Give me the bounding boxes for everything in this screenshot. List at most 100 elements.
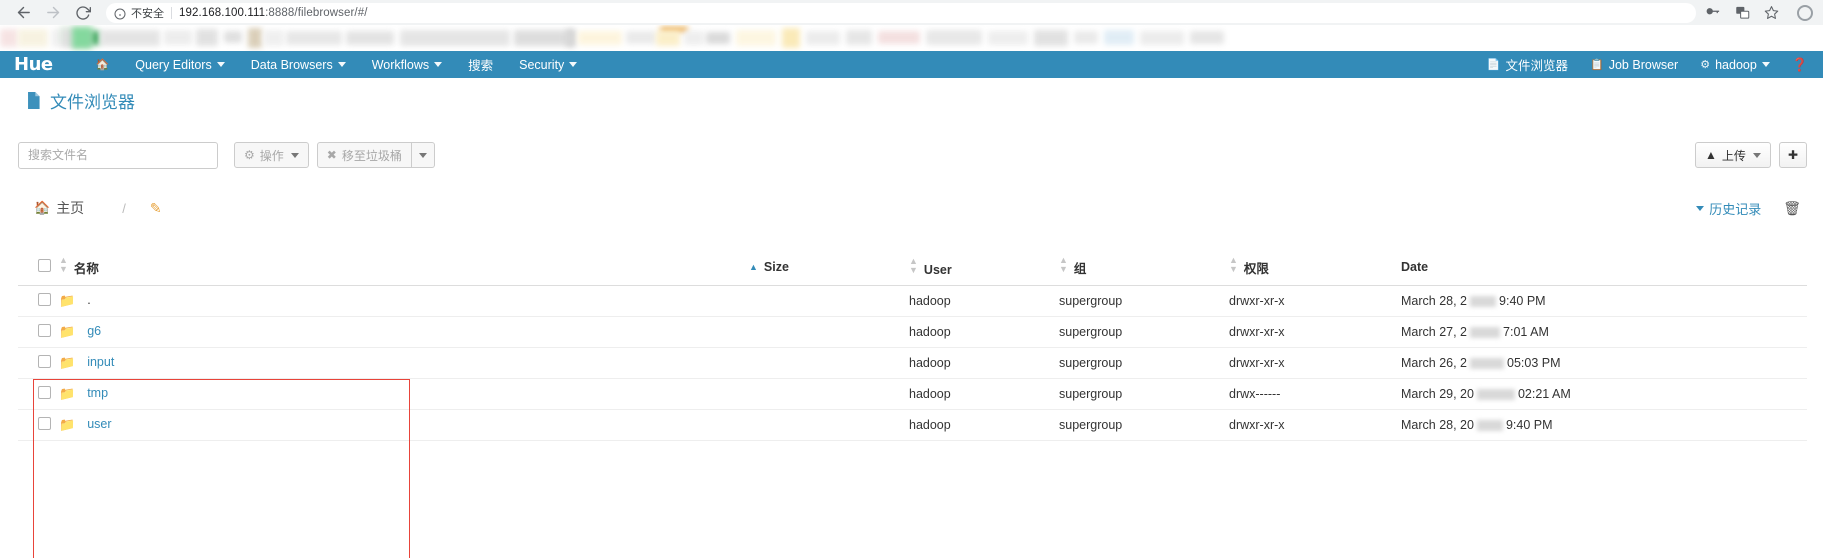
row-checkbox[interactable]: [38, 386, 51, 399]
row-name-cell[interactable]: 📁 user: [55, 409, 745, 441]
table-row[interactable]: 📁 tmp hadoop supergroup drwx------ March 29, …: [18, 378, 1807, 410]
hue-logo[interactable]: Hue: [14, 54, 53, 75]
row-checkbox[interactable]: [38, 417, 51, 430]
row-name-cell[interactable]: 📁 g6: [55, 316, 745, 348]
trash-dropdown-button[interactable]: [411, 142, 435, 168]
search-input[interactable]: [18, 141, 218, 169]
nav-job-browser-label: Job Browser: [1608, 57, 1679, 72]
bookmark-item[interactable]: [736, 30, 776, 46]
breadcrumb-home[interactable]: 🏠 主页: [34, 198, 84, 218]
row-select-cell[interactable]: [18, 285, 55, 317]
select-all-header[interactable]: [18, 250, 55, 286]
row-checkbox[interactable]: [38, 293, 51, 306]
bookmark-item[interactable]: [0, 29, 18, 47]
column-header-permissions[interactable]: ▲ ▼ 权限: [1225, 250, 1397, 286]
column-header-name[interactable]: ▲ ▼ 名称: [55, 250, 745, 286]
row-name-label[interactable]: tmp: [87, 386, 108, 400]
row-name-label[interactable]: g6: [87, 324, 101, 338]
bookmark-item[interactable]: [566, 29, 576, 47]
nav-help[interactable]: ❓: [1781, 51, 1819, 78]
bookmark-item[interactable]: [92, 31, 100, 45]
address-bar[interactable]: 不安全 192.168.100.111:8888/filebrowser/#/: [106, 2, 1696, 23]
bookmark-item[interactable]: [578, 31, 622, 45]
row-name-label[interactable]: user: [87, 417, 111, 431]
row-name-cell[interactable]: 📁 input: [55, 347, 745, 379]
bookmark-item[interactable]: [656, 31, 680, 46]
column-header-user[interactable]: ▲ ▼ User: [905, 250, 1055, 286]
profile-icon[interactable]: [1797, 4, 1813, 21]
row-select-cell[interactable]: [18, 316, 55, 348]
row-date-cell: March 28, 20 9:40 PM: [1397, 409, 1807, 441]
nav-workflows[interactable]: Workflows: [359, 51, 455, 78]
column-header-group[interactable]: ▲ ▼ 组: [1055, 250, 1225, 286]
bookmark-item[interactable]: [1190, 31, 1224, 44]
nav-query-editors[interactable]: Query Editors: [122, 51, 237, 78]
bookmark-item[interactable]: [264, 30, 284, 46]
bookmark-item[interactable]: [196, 29, 218, 46]
nav-home[interactable]: 🏠: [83, 51, 123, 78]
nav-search[interactable]: 搜索: [455, 51, 506, 78]
bookmark-item[interactable]: [846, 30, 872, 45]
bookmark-item[interactable]: [100, 30, 160, 46]
row-checkbox[interactable]: [38, 355, 51, 368]
trash-icon[interactable]: 🗑: [1783, 200, 1801, 217]
nav-job-browser[interactable]: 📋 Job Browser: [1579, 51, 1689, 78]
site-info-icon[interactable]: [114, 7, 126, 19]
nav-file-browser[interactable]: 📄 文件浏览器: [1476, 51, 1579, 78]
chevron-down-icon: [1696, 205, 1705, 211]
row-name-cell[interactable]: 📁.: [55, 285, 745, 317]
new-item-button[interactable]: ✚: [1778, 142, 1807, 168]
row-name-label[interactable]: .: [87, 293, 90, 307]
history-button[interactable]: 历史记录: [1696, 199, 1761, 218]
forward-icon[interactable]: [40, 2, 66, 24]
bookmark-item[interactable]: [514, 30, 574, 46]
actions-button[interactable]: ⚙ 操作: [234, 142, 309, 168]
bookmark-item[interactable]: [346, 31, 394, 45]
table-row[interactable]: 📁 input hadoop supergroup drwxr-xr-x March 26…: [18, 347, 1807, 379]
bookmark-item[interactable]: [286, 31, 342, 45]
row-name-cell[interactable]: 📁 tmp: [55, 378, 745, 410]
table-row[interactable]: 📁 user hadoop supergroup drwxr-xr-x March 28,…: [18, 409, 1807, 441]
sort-icon: ▲ ▼: [909, 255, 918, 275]
key-icon[interactable]: [1706, 5, 1721, 20]
nav-data-browsers[interactable]: Data Browsers: [238, 51, 359, 78]
bookmark-item[interactable]: [72, 27, 92, 49]
bookmark-item[interactable]: [224, 31, 242, 43]
bookmark-item[interactable]: [18, 29, 48, 47]
bookmark-item[interactable]: [806, 31, 840, 45]
reload-icon[interactable]: [70, 2, 96, 24]
bookmarks-bar[interactable]: [0, 25, 1823, 51]
table-row[interactable]: 📁. hadoop supergroup drwxr-xr-x March 28, 2 9…: [18, 285, 1807, 317]
row-select-cell[interactable]: [18, 347, 55, 379]
row-select-cell[interactable]: [18, 378, 55, 410]
row-select-cell[interactable]: [18, 409, 55, 441]
table-row[interactable]: 📁 g6 hadoop supergroup drwxr-xr-x March 27, 2…: [18, 316, 1807, 348]
bookmark-item[interactable]: [988, 31, 1028, 45]
bookmark-item[interactable]: [1034, 30, 1068, 46]
bookmark-item[interactable]: [248, 28, 262, 48]
move-to-trash-button[interactable]: ✖ 移至垃圾桶: [316, 142, 412, 168]
nav-security[interactable]: Security: [506, 51, 590, 78]
column-header-size[interactable]: ▲ Size: [745, 250, 905, 286]
translate-icon[interactable]: [1735, 5, 1750, 20]
bookmark-item[interactable]: [926, 30, 982, 45]
bookmark-item[interactable]: [878, 31, 920, 44]
select-all-checkbox[interactable]: [38, 258, 51, 272]
pencil-icon[interactable]: ✎: [150, 200, 162, 217]
nav-user-menu[interactable]: ⚙ hadoop: [1689, 51, 1781, 78]
bookmark-item[interactable]: [1074, 31, 1098, 44]
bookmark-item[interactable]: [400, 30, 510, 46]
bookmark-item[interactable]: [1104, 30, 1134, 45]
bookmark-item[interactable]: [706, 32, 730, 44]
row-checkbox[interactable]: [38, 324, 51, 337]
bookmark-item[interactable]: [626, 31, 656, 44]
bookmark-item[interactable]: [164, 30, 192, 45]
star-icon[interactable]: [1764, 5, 1779, 20]
upload-button[interactable]: ▲ 上传: [1695, 142, 1771, 168]
bookmark-item[interactable]: [684, 31, 704, 45]
bookmark-item[interactable]: [782, 28, 800, 48]
column-header-date[interactable]: Date: [1397, 250, 1807, 286]
bookmark-item[interactable]: [1140, 31, 1184, 45]
row-name-label[interactable]: input: [87, 355, 114, 369]
back-icon[interactable]: [10, 2, 36, 24]
